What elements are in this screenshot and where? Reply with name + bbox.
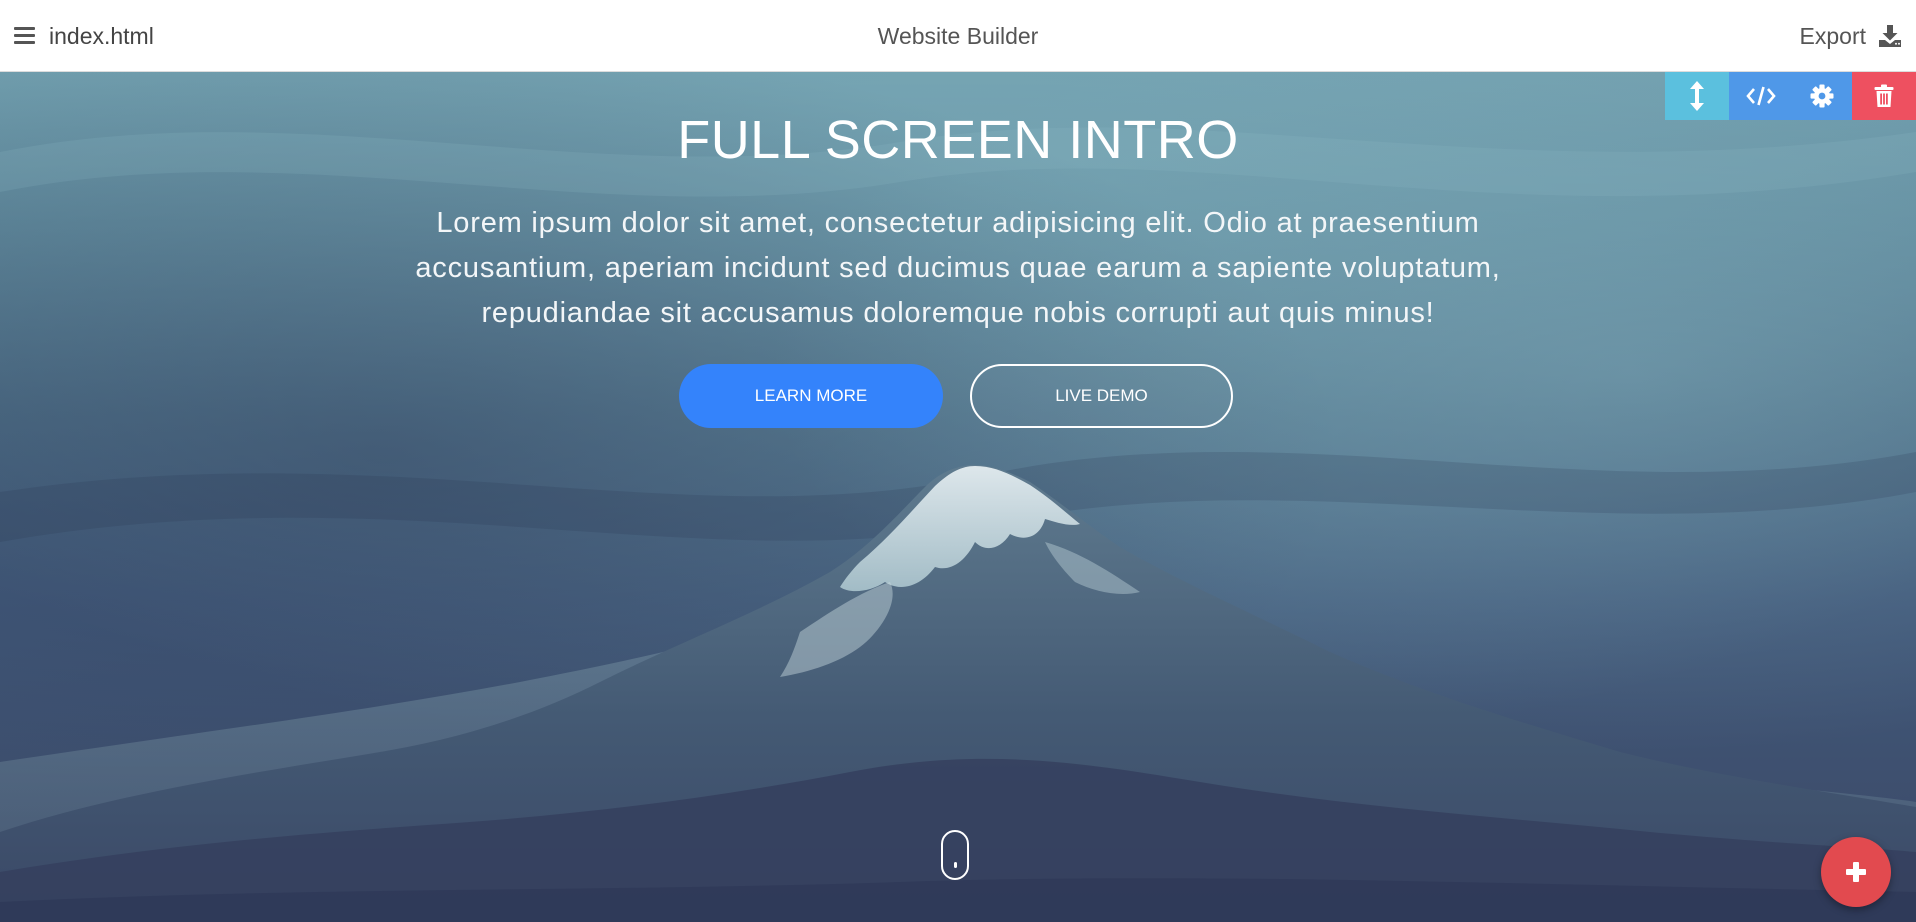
scroll-mouse-icon[interactable] xyxy=(941,830,969,880)
mountain-background-image xyxy=(0,72,1916,922)
trash-icon xyxy=(1874,84,1894,107)
code-icon xyxy=(1745,86,1776,106)
resize-vertical-icon xyxy=(1690,81,1704,111)
export-button[interactable]: Export xyxy=(1800,20,1902,52)
block-toolbar xyxy=(1665,72,1916,120)
top-bar: index.html Website Builder Export xyxy=(0,0,1916,72)
settings-button[interactable] xyxy=(1792,72,1852,120)
app-title: Website Builder xyxy=(877,23,1039,49)
learn-more-button[interactable]: LEARN MORE xyxy=(679,364,943,428)
plus-icon xyxy=(1846,862,1866,882)
delete-button[interactable] xyxy=(1852,72,1916,120)
hero-section[interactable]: FULL SCREEN INTRO Lorem ipsum dolor sit … xyxy=(0,72,1916,922)
scroll-wheel-dot xyxy=(954,862,957,868)
hero-description: Lorem ipsum dolor sit amet, consectetur … xyxy=(415,207,1501,329)
export-label: Export xyxy=(1799,23,1866,49)
hero-title: FULL SCREEN INTRO xyxy=(677,110,1239,170)
resize-vertical-button[interactable] xyxy=(1665,72,1729,120)
code-button[interactable] xyxy=(1729,72,1792,120)
live-demo-button[interactable]: LIVE DEMO xyxy=(970,364,1233,428)
add-block-button[interactable] xyxy=(1821,837,1891,907)
download-icon xyxy=(1879,25,1901,47)
gear-icon xyxy=(1810,84,1834,108)
